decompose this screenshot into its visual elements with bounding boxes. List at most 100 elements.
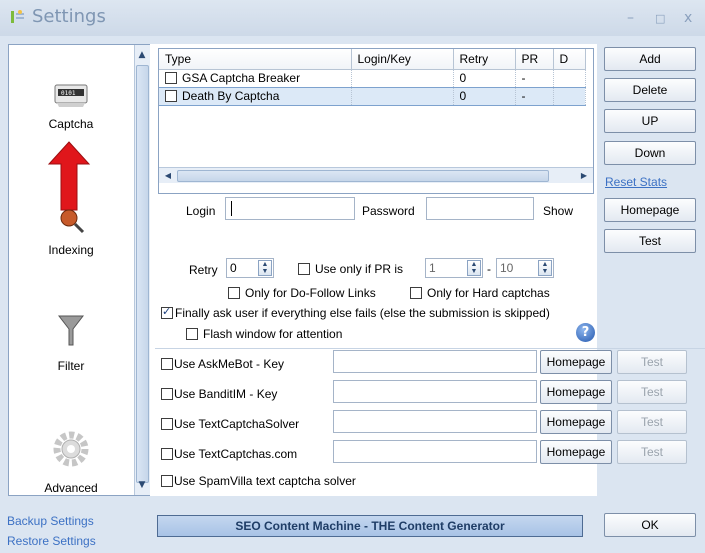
add-button[interactable]: Add xyxy=(604,47,696,71)
password-label: Password xyxy=(362,204,415,218)
row-checkbox[interactable] xyxy=(165,72,177,84)
askmebot-row[interactable]: Use AskMeBot - Key xyxy=(161,357,284,371)
column-header-login[interactable]: Login/Key xyxy=(351,49,454,70)
textcaptchasolver-row[interactable]: Use TextCaptchaSolver xyxy=(161,417,299,431)
textcaptchasolver-homepage-button[interactable]: Homepage xyxy=(540,410,612,434)
banditim-row[interactable]: Use BanditIM - Key xyxy=(161,387,277,401)
spin-icon[interactable]: ▲ ▼ xyxy=(467,260,481,276)
delete-button[interactable]: Delete xyxy=(604,78,696,102)
textcaptchas-key-field[interactable] xyxy=(333,440,537,463)
gear-icon xyxy=(53,431,89,467)
status-banner: SEO Content Machine - THE Content Genera… xyxy=(157,515,583,537)
row-retry: 0 xyxy=(453,69,516,87)
title-bar: Settings – □ x xyxy=(0,0,705,36)
scroll-left-icon[interactable]: ◀ xyxy=(161,168,175,184)
filter-icon xyxy=(57,315,85,346)
banditim-key-field[interactable] xyxy=(333,380,537,403)
dofollow-checkbox[interactable] xyxy=(228,287,240,299)
table-row[interactable]: GSA Captcha Breaker 0 - xyxy=(159,69,586,87)
row-type: GSA Captcha Breaker xyxy=(182,71,301,85)
captcha-services-grid[interactable]: Type Login/Key Retry PR D GSA Captcha Br… xyxy=(158,48,594,194)
sidebar-item-advanced[interactable]: Advanced xyxy=(9,429,133,495)
askmebot-label: Use AskMeBot - Key xyxy=(174,357,285,371)
scroll-thumb[interactable] xyxy=(136,65,149,483)
down-button[interactable]: Down xyxy=(604,141,696,165)
svg-text:0101: 0101 xyxy=(61,90,76,97)
table-row[interactable]: Death By Captcha 0 - xyxy=(159,86,586,106)
textcaptchas-homepage-button[interactable]: Homepage xyxy=(540,440,612,464)
textcaptchas-row[interactable]: Use TextCaptchas.com xyxy=(161,447,297,461)
scroll-thumb[interactable] xyxy=(177,170,549,182)
sidebar-scrollbar[interactable]: ▲ ▼ xyxy=(134,45,150,495)
scroll-right-icon[interactable]: ▶ xyxy=(577,168,591,184)
textcaptchasolver-checkbox[interactable] xyxy=(161,418,173,430)
homepage-button[interactable]: Homepage xyxy=(604,198,696,222)
pr-min-value: 1 xyxy=(429,261,436,275)
banditim-checkbox[interactable] xyxy=(161,388,173,400)
sidebar-item-label: Indexing xyxy=(48,243,94,257)
spin-icon[interactable]: ▲ ▼ xyxy=(538,260,552,276)
askmebot-test-button[interactable]: Test xyxy=(617,350,687,374)
use-pr-checkbox[interactable] xyxy=(298,263,310,275)
sidebar-item-label: Advanced xyxy=(44,481,98,495)
indexing-icon xyxy=(60,209,85,234)
textcaptchas-test-button[interactable]: Test xyxy=(617,440,687,464)
finally-ask-row[interactable]: Finally ask user if everything else fail… xyxy=(161,305,550,320)
scroll-down-icon[interactable]: ▼ xyxy=(135,477,149,493)
flash-window-checkbox[interactable] xyxy=(186,328,198,340)
scroll-up-icon[interactable]: ▲ xyxy=(135,47,149,63)
askmebot-key-field[interactable] xyxy=(333,350,537,373)
finally-ask-checkbox[interactable] xyxy=(161,305,173,319)
help-icon[interactable]: ? xyxy=(576,323,595,342)
banditim-test-button[interactable]: Test xyxy=(617,380,687,404)
ok-button[interactable]: OK xyxy=(604,513,696,537)
show-label[interactable]: Show xyxy=(543,204,573,218)
textcaptchasolver-test-button[interactable]: Test xyxy=(617,410,687,434)
banditim-homepage-button[interactable]: Homepage xyxy=(540,380,612,404)
row-pr: - xyxy=(515,69,554,87)
retry-stepper[interactable]: 0 ▲ ▼ xyxy=(226,258,274,278)
sidebar-item-indexing[interactable]: Indexing xyxy=(9,205,133,295)
hard-captcha-checkbox[interactable] xyxy=(410,287,422,299)
pr-max-stepper[interactable]: 10 ▲ ▼ xyxy=(496,258,554,278)
password-field[interactable] xyxy=(426,197,534,220)
backup-settings-link[interactable]: Backup Settings xyxy=(7,514,94,528)
column-header-retry[interactable]: Retry xyxy=(453,49,516,70)
maximize-button[interactable]: □ xyxy=(655,12,665,25)
dofollow-row[interactable]: Only for Do-Follow Links xyxy=(228,286,376,300)
textcaptchasolver-label: Use TextCaptchaSolver xyxy=(174,417,300,431)
restore-settings-link[interactable]: Restore Settings xyxy=(7,534,96,548)
askmebot-checkbox[interactable] xyxy=(161,358,173,370)
up-button[interactable]: UP xyxy=(604,109,696,133)
close-button[interactable]: x xyxy=(684,10,692,26)
flash-window-row[interactable]: Flash window for attention xyxy=(186,327,342,341)
spamvilla-checkbox[interactable] xyxy=(161,475,173,487)
sidebar: 0101 Captcha Indexing Filter Advanced ▲ … xyxy=(8,44,150,496)
column-header-d[interactable]: D xyxy=(553,49,586,70)
askmebot-homepage-button[interactable]: Homepage xyxy=(540,350,612,374)
spin-icon[interactable]: ▲ ▼ xyxy=(258,260,272,276)
app-icon xyxy=(11,10,24,23)
use-pr-checkbox-row[interactable]: Use only if PR is xyxy=(298,262,403,276)
row-login xyxy=(351,69,454,87)
textcaptchasolver-key-field[interactable] xyxy=(333,410,537,433)
hard-captcha-row[interactable]: Only for Hard captchas xyxy=(410,286,550,300)
test-button[interactable]: Test xyxy=(604,229,696,253)
textcaptchas-checkbox[interactable] xyxy=(161,448,173,460)
pr-max-value: 10 xyxy=(500,261,514,275)
window-title: Settings xyxy=(32,6,106,27)
hard-captcha-label: Only for Hard captchas xyxy=(427,286,550,300)
grid-horizontal-scrollbar[interactable]: ◀ ▶ xyxy=(159,167,593,183)
row-d xyxy=(553,86,586,106)
login-field[interactable] xyxy=(225,197,355,220)
spamvilla-row[interactable]: Use SpamVilla text captcha solver xyxy=(161,474,356,488)
sidebar-item-filter[interactable]: Filter xyxy=(9,313,133,403)
dofollow-label: Only for Do-Follow Links xyxy=(245,286,376,300)
captcha-icon: 0101 xyxy=(54,84,88,107)
row-checkbox[interactable] xyxy=(165,90,177,102)
column-header-pr[interactable]: PR xyxy=(515,49,554,70)
reset-stats-link[interactable]: Reset Stats xyxy=(605,175,667,189)
pr-min-stepper[interactable]: 1 ▲ ▼ xyxy=(425,258,483,278)
column-header-type[interactable]: Type xyxy=(159,49,352,70)
minimize-button[interactable]: – xyxy=(627,10,634,26)
